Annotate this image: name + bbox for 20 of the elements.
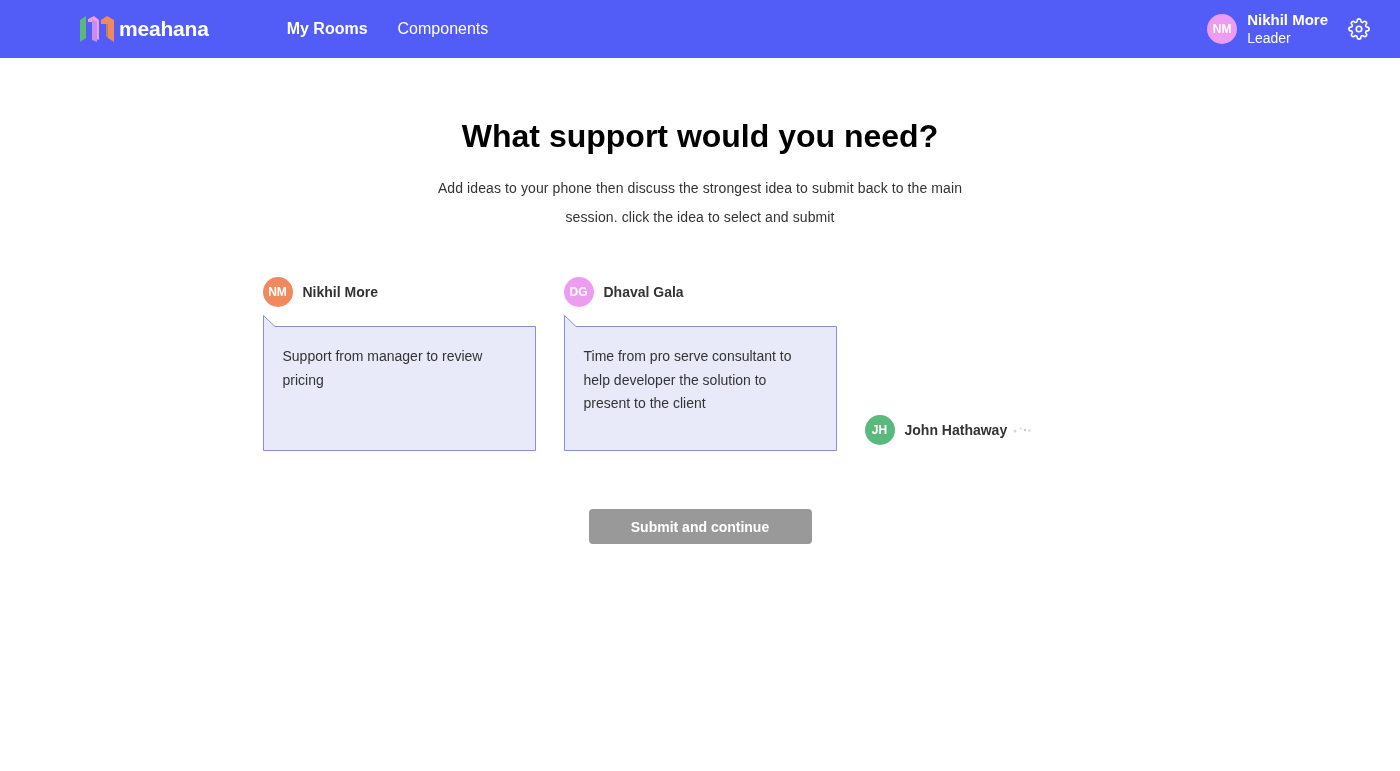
participant-name: Nikhil More [302, 284, 378, 300]
idea-card[interactable]: Support from manager to review pricing [262, 315, 536, 451]
idea-text: Time from pro serve consultant to help developer the solution to present to the client [583, 347, 793, 413]
nav-link[interactable]: Components [397, 20, 489, 38]
participant-avatar: JH [864, 415, 895, 445]
participant-name: Dhaval Gala [603, 284, 684, 300]
participant-avatar: DG [563, 277, 594, 307]
participant-name: John Hathaway [904, 422, 1008, 438]
participant-avatar: NM [262, 277, 293, 307]
nav-link[interactable]: My Rooms [286, 20, 368, 38]
settings-icon[interactable] [1348, 18, 1370, 40]
idea-card[interactable]: Time from pro serve consultant to help developer the solution to present to the client [563, 315, 837, 451]
idea-text: Support from manager to review pricing [282, 347, 484, 390]
page-title: What support would you need? [461, 118, 939, 154]
instructions-text: Add ideas to your phone then discuss the strongest idea to submit back to the main session. click the idea to select and submit [436, 179, 964, 227]
user-name: Nikhil More [1247, 11, 1328, 29]
user-avatar: NM [1207, 14, 1238, 44]
logo-icon [80, 16, 114, 42]
user-role: Leader [1247, 29, 1292, 47]
logo-text: meahana [119, 17, 209, 41]
